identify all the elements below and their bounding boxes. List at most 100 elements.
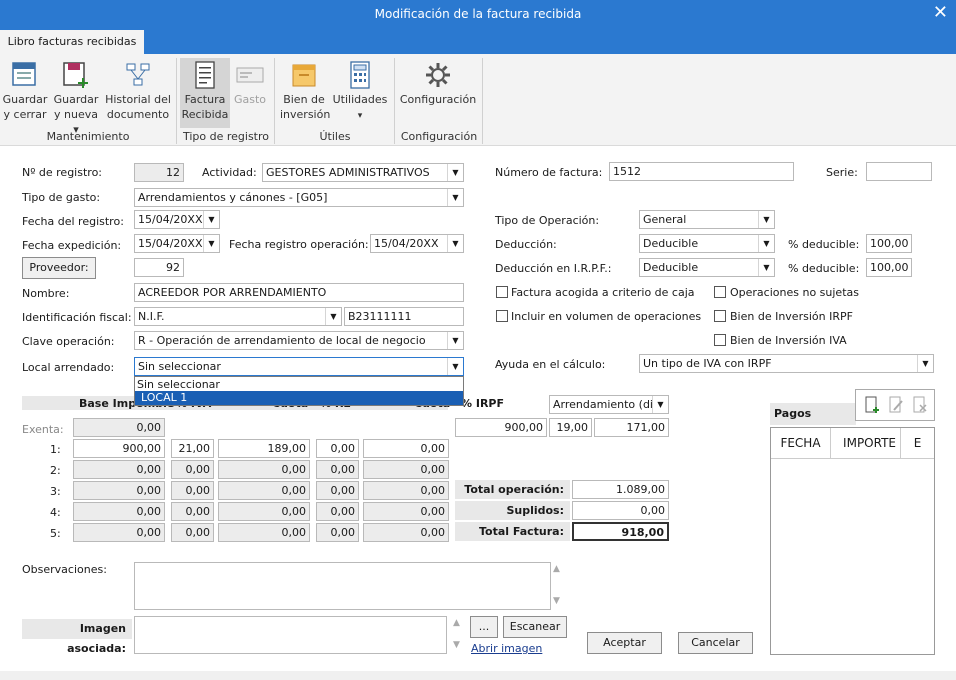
chk-volumen[interactable]: [496, 310, 508, 322]
re-field[interactable]: 0,00: [316, 481, 359, 500]
tipo-op-select[interactable]: General ▼: [639, 210, 775, 229]
cuota-re-field[interactable]: 0,00: [363, 502, 449, 521]
bien-inversion-label-2: inversión: [280, 108, 331, 121]
chk-bien-irpf-label: Bien de Inversión IRPF: [730, 310, 853, 323]
cuota-field[interactable]: 0,00: [218, 523, 310, 542]
clave-op-select[interactable]: R - Operación de arrendamiento de local …: [134, 331, 464, 350]
pagos-table[interactable]: FECHA IMPORTE E: [770, 427, 935, 655]
id-fiscal-field[interactable]: B23111111: [344, 307, 464, 326]
guardar-nueva-button[interactable]: Guardar y nueva ▾: [52, 60, 100, 137]
investment-icon: [292, 64, 316, 87]
cuota-field[interactable]: 189,00: [218, 439, 310, 458]
iva-field[interactable]: 0,00: [171, 502, 214, 521]
nombre-field[interactable]: ACREEDOR POR ARRENDAMIENTO: [134, 283, 464, 302]
historial-documento-button[interactable]: Historial del documento: [104, 60, 172, 122]
utilidades-button[interactable]: Utilidades ▾: [332, 60, 388, 124]
id-fiscal-tipo-select[interactable]: N.I.F. ▼: [134, 307, 342, 326]
base-field[interactable]: 0,00: [73, 481, 165, 500]
actividad-select[interactable]: GESTORES ADMINISTRATIVOS ▼: [262, 163, 464, 182]
tipo-gasto-select[interactable]: Arrendamientos y cánones - [G05] ▼: [134, 188, 464, 207]
iva-field[interactable]: 0,00: [171, 481, 214, 500]
num-factura-field[interactable]: 1512: [609, 162, 794, 181]
base-field[interactable]: 900,00: [73, 439, 165, 458]
imagen-field[interactable]: [134, 616, 447, 654]
exenta-label: Exenta:: [22, 423, 64, 436]
factura-recibida-label-1: Factura: [184, 93, 226, 106]
cancelar-button[interactable]: Cancelar: [678, 632, 753, 654]
fecha-reg-op-field[interactable]: 15/04/20XX ▼: [370, 234, 464, 253]
guardar-nueva-label-1: Guardar: [53, 93, 99, 106]
irpf-pct-field[interactable]: 19,00: [549, 418, 592, 437]
proveedor-field[interactable]: 92: [134, 258, 184, 277]
iva-field[interactable]: 0,00: [171, 460, 214, 479]
deduccion-select[interactable]: Deducible ▼: [639, 234, 775, 253]
escanear-button[interactable]: Escanear: [503, 616, 567, 638]
delete-pago-icon[interactable]: [912, 396, 928, 414]
bien-inversion-button[interactable]: Bien de inversión: [280, 60, 331, 122]
re-field[interactable]: 0,00: [316, 502, 359, 521]
dropdown-arrow-icon: ▼: [447, 189, 463, 206]
aceptar-button[interactable]: Aceptar: [587, 632, 662, 654]
base-field[interactable]: 0,00: [73, 502, 165, 521]
cuota-field[interactable]: 0,00: [218, 502, 310, 521]
cuota-re-field[interactable]: 0,00: [363, 523, 449, 542]
chk-criterio-caja[interactable]: [496, 286, 508, 298]
ayuda-select[interactable]: Un tipo de IVA con IRPF ▼: [639, 354, 934, 373]
pct-deducible2-field[interactable]: 100,00: [866, 258, 912, 277]
chk-no-sujetas[interactable]: [714, 286, 726, 298]
suplidos-field[interactable]: 0,00: [572, 501, 669, 520]
fecha-registro-field[interactable]: 15/04/20XX ▼: [134, 210, 220, 229]
cuota-re-field[interactable]: 0,00: [363, 481, 449, 500]
re-field[interactable]: 0,00: [316, 460, 359, 479]
calculator-icon: [350, 61, 370, 89]
abrir-imagen-link[interactable]: Abrir imagen: [471, 642, 542, 655]
dropdown-arrow-icon: ▼: [758, 211, 774, 228]
proveedor-button[interactable]: Proveedor:: [22, 257, 96, 279]
local-option-sin[interactable]: Sin seleccionar: [137, 378, 463, 392]
guardar-cerrar-button[interactable]: Guardar y cerrar: [2, 60, 48, 122]
close-icon[interactable]: ✕: [933, 2, 948, 23]
cuota-field[interactable]: 0,00: [218, 460, 310, 479]
serie-field[interactable]: [866, 162, 932, 181]
tab-libro-facturas[interactable]: Libro facturas recibidas: [0, 30, 144, 55]
fecha-expedicion-field[interactable]: 15/04/20XX ▼: [134, 234, 220, 253]
factura-recibida-button[interactable]: Factura Recibida: [180, 58, 230, 128]
cuota-re-field[interactable]: 0,00: [363, 439, 449, 458]
irpf-cuota-field[interactable]: 171,00: [594, 418, 669, 437]
browse-button[interactable]: ...: [470, 616, 498, 638]
local-select[interactable]: Sin seleccionar ▼: [134, 357, 464, 376]
re-field[interactable]: 0,00: [316, 439, 359, 458]
irpf-base-field[interactable]: 900,00: [455, 418, 547, 437]
re-field[interactable]: 0,00: [316, 523, 359, 542]
n-registro-field[interactable]: 12: [134, 163, 184, 182]
ribbon: Guardar y cerrar Guardar y nueva ▾ Histo…: [0, 54, 956, 146]
chk-bien-irpf[interactable]: [714, 310, 726, 322]
gasto-button[interactable]: Gasto: [232, 60, 268, 107]
historial-label-1: Historial del: [105, 93, 171, 106]
scroll-up-icon[interactable]: ▲: [453, 618, 460, 628]
chk-bien-iva[interactable]: [714, 334, 726, 346]
window-title: Modificación de la factura recibida: [374, 7, 582, 21]
utilidades-dropdown-icon: ▾: [357, 111, 363, 121]
cuota-re-field[interactable]: 0,00: [363, 460, 449, 479]
imagen-label: Imagen asociada:: [22, 619, 132, 655]
base-field[interactable]: 0,00: [73, 523, 165, 542]
exenta-field[interactable]: 0,00: [73, 418, 165, 437]
local-label: Local arrendado:: [22, 361, 115, 374]
scroll-up-icon[interactable]: ▲: [553, 564, 560, 574]
iva-field[interactable]: 21,00: [171, 439, 214, 458]
edit-pago-icon[interactable]: [888, 396, 904, 414]
cuota-field[interactable]: 0,00: [218, 481, 310, 500]
base-field[interactable]: 0,00: [73, 460, 165, 479]
scroll-down-icon[interactable]: ▼: [453, 640, 460, 650]
observaciones-field[interactable]: [134, 562, 551, 610]
iva-field[interactable]: 0,00: [171, 523, 214, 542]
configuracion-button[interactable]: Configuración: [398, 60, 478, 107]
irpf-tipo-select[interactable]: Arrendamiento (dir ▼: [549, 395, 669, 414]
local-option-1[interactable]: LOCAL 1: [135, 391, 463, 405]
deduccion-irpf-select[interactable]: Deducible ▼: [639, 258, 775, 277]
new-pago-icon[interactable]: [864, 396, 880, 414]
pct-deducible-field[interactable]: 100,00: [866, 234, 912, 253]
pct-deducible-label: % deducible:: [788, 238, 860, 251]
scroll-down-icon[interactable]: ▼: [553, 596, 560, 606]
